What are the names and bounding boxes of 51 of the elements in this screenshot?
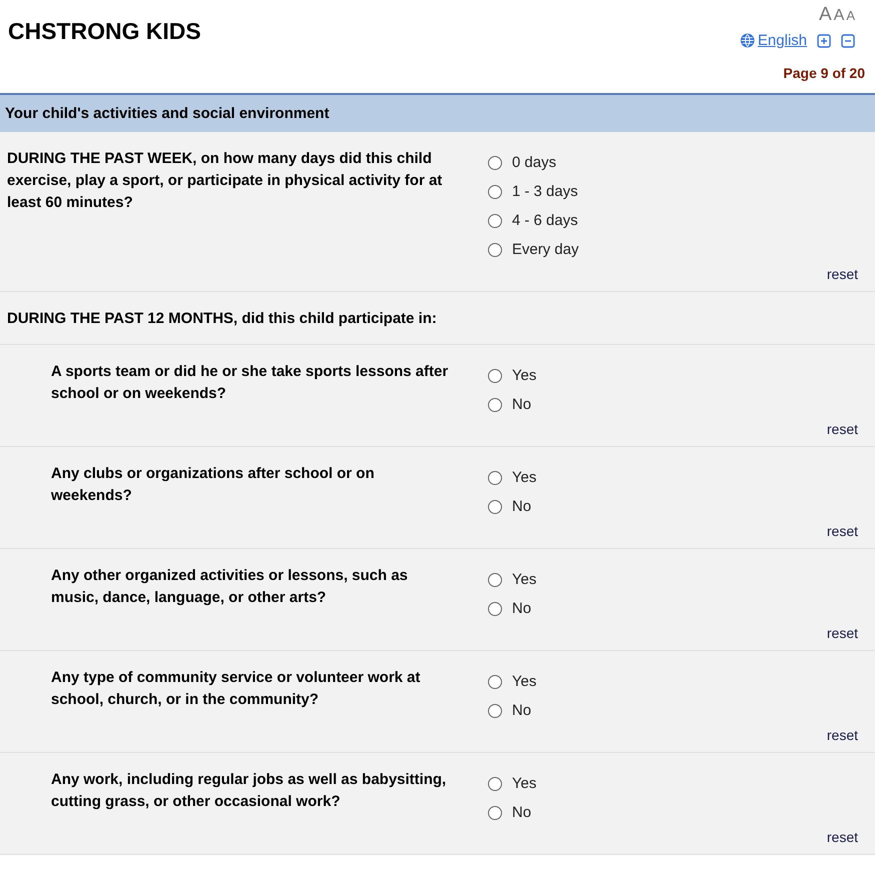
radio-button[interactable] [488, 184, 502, 198]
reset-link[interactable]: reset [7, 625, 858, 641]
radio-option[interactable]: Yes [488, 667, 858, 696]
radio-button[interactable] [488, 704, 502, 718]
radio-button[interactable] [488, 214, 502, 228]
globe-icon [740, 33, 755, 48]
reset-link[interactable]: reset [7, 421, 858, 437]
radio-button[interactable] [488, 776, 502, 790]
reset-link[interactable]: reset [7, 829, 858, 845]
radio-option[interactable]: Every day [488, 235, 858, 264]
reset-link[interactable]: reset [7, 523, 858, 539]
radio-option[interactable]: No [488, 798, 858, 827]
radio-option[interactable]: Yes [488, 361, 858, 390]
radio-button[interactable] [488, 242, 502, 256]
survey-title: CHSTRONG KIDS [8, 18, 201, 46]
radio-option[interactable]: 1 - 3 days [488, 177, 858, 206]
radio-option[interactable]: 0 days [488, 148, 858, 177]
radio-button[interactable] [488, 368, 502, 382]
question-text: Any work, including regular jobs as well as babysitting, cutting grass, or other occasional work? [50, 770, 448, 812]
radio-option[interactable]: Yes [488, 565, 858, 594]
question-text: DURING THE PAST WEEK, on how many days did this child exercise, play a sport, or participate in physical activity for at least 60 minutes? [7, 149, 444, 213]
radio-button[interactable] [488, 156, 502, 170]
radio-option[interactable]: Yes [488, 769, 858, 798]
radio-option[interactable]: 4 - 6 days [488, 206, 858, 235]
language-link[interactable]: English [740, 32, 807, 49]
font-size-button[interactable]: A [834, 7, 844, 25]
collapse-icon[interactable] [841, 34, 855, 48]
radio-button[interactable] [488, 398, 502, 412]
radio-option[interactable]: Yes [488, 463, 858, 492]
section-header: Your child's activities and social environment [0, 95, 875, 132]
radio-option[interactable]: No [488, 492, 858, 521]
font-size-button[interactable]: A [818, 4, 832, 26]
radio-option[interactable]: No [488, 696, 858, 725]
page-indicator: Page 9 of 20 [783, 65, 865, 81]
radio-option[interactable]: No [488, 594, 858, 623]
question-text: Any other organized activities or lessons, such as music, dance, language, or other arts? [50, 566, 409, 608]
reset-link[interactable]: reset [7, 266, 858, 282]
question-text: A sports team or did he or she take sports lessons after school or on weekends? [50, 362, 450, 404]
radio-button[interactable] [488, 602, 502, 616]
radio-button[interactable] [488, 470, 502, 484]
question-text: Any type of community service or volunteer work at school, church, or in the community? [50, 668, 422, 710]
radio-button[interactable] [488, 674, 502, 688]
font-size-button[interactable]: A [846, 8, 855, 23]
radio-button[interactable] [488, 500, 502, 514]
radio-button[interactable] [488, 572, 502, 586]
radio-button[interactable] [488, 806, 502, 820]
reset-link[interactable]: reset [7, 727, 858, 743]
expand-icon[interactable] [817, 34, 831, 48]
radio-option[interactable]: No [488, 390, 858, 419]
question-text: Any clubs or organizations after school or on weekends? [50, 464, 376, 506]
question-group-heading: DURING THE PAST 12 MONTHS, did this child participate in: [0, 292, 875, 345]
